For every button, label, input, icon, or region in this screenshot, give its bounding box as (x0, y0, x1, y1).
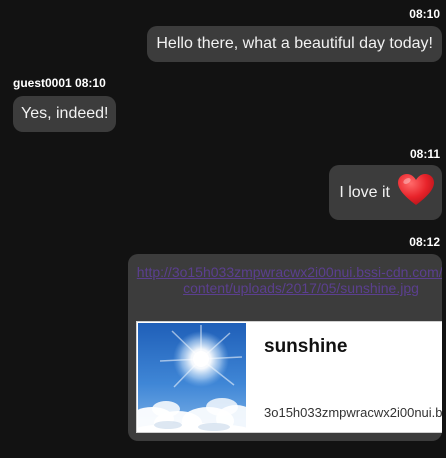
message-sender-line: guest0001 08:10 (13, 76, 106, 90)
link-preview-title: sunshine (264, 336, 348, 357)
link-preview-card[interactable]: sunshine 3o15h033zmpwracwx2i00nui.bssi-c… (136, 321, 442, 433)
heart-icon (398, 174, 434, 211)
message-bubble-outgoing[interactable]: Hello there, what a beautiful day today! (147, 26, 442, 62)
message-timestamp: 08:12 (409, 235, 440, 249)
message-link[interactable]: http://3o15h033zmpwracwx2i00nui.bssi-cdn… (136, 264, 442, 296)
message-text: Yes, indeed! (21, 105, 109, 122)
sunshine-sky-image (138, 323, 246, 432)
sender-name: guest0001 (13, 76, 72, 90)
message-bubble-link[interactable]: http://3o15h033zmpwracwx2i00nui.bssi-cdn… (128, 254, 442, 441)
link-preview-url: 3o15h033zmpwracwx2i00nui.bssi-cdn.com (264, 405, 442, 420)
message-bubble-outgoing[interactable]: I love it (329, 165, 442, 220)
message-timestamp: 08:10 (75, 76, 106, 90)
message-timestamp: 08:11 (409, 147, 440, 161)
message-text: I love it (339, 183, 390, 201)
message-bubble-incoming[interactable]: Yes, indeed! (13, 96, 117, 132)
chat-window: 08:10 Hello there, what a beautiful day … (0, 0, 446, 458)
message-timestamp: 08:10 (409, 7, 440, 21)
message-text: Hello there, what a beautiful day today! (156, 35, 433, 52)
